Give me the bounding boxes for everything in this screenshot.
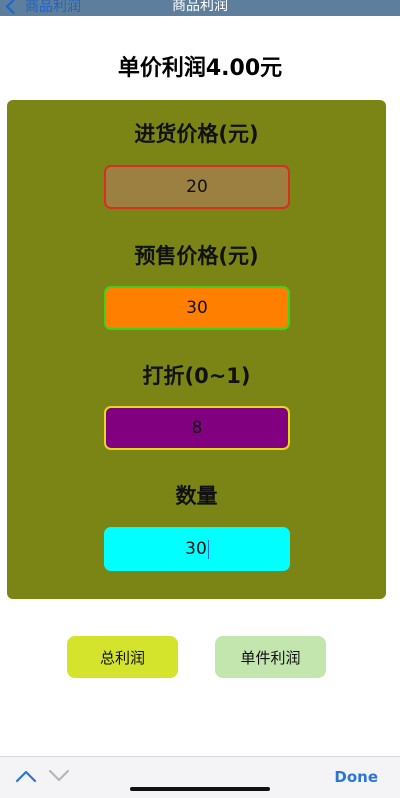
chevron-down-icon[interactable] bbox=[47, 767, 71, 785]
done-button[interactable]: Done bbox=[334, 768, 378, 786]
navigation-bar: 商品利润 商品利润 bbox=[0, 0, 400, 16]
nav-title: 商品利润 bbox=[172, 0, 228, 14]
keyboard-accessory-toolbar: Done bbox=[0, 756, 400, 798]
quantity-value: 30 bbox=[185, 539, 207, 559]
discount-label: 打折(0~1) bbox=[142, 364, 251, 388]
sale-price-input[interactable]: 30 bbox=[104, 286, 290, 330]
home-indicator bbox=[130, 787, 270, 791]
total-profit-button[interactable]: 总利润 bbox=[67, 636, 178, 678]
sale-price-label: 预售价格(元) bbox=[134, 244, 259, 268]
quantity-label: 数量 bbox=[175, 484, 218, 508]
quantity-input[interactable]: 30 bbox=[104, 527, 290, 571]
discount-value: 8 bbox=[191, 418, 203, 438]
text-cursor bbox=[207, 539, 209, 559]
unit-profit-button-label: 单件利润 bbox=[240, 648, 301, 667]
unit-profit-button[interactable]: 单件利润 bbox=[215, 636, 326, 678]
unit-profit-result: 单价利润4.00元 bbox=[117, 56, 283, 81]
chevron-up-icon[interactable] bbox=[14, 767, 38, 785]
cost-price-input[interactable]: 20 bbox=[104, 165, 290, 209]
discount-input[interactable]: 8 bbox=[104, 406, 290, 450]
screen: 商品利润 商品利润 单价利润4.00元 进货价格(元) 20 预售价格(元) 3… bbox=[0, 0, 400, 798]
cost-price-value: 20 bbox=[186, 177, 208, 197]
input-panel: 进货价格(元) 20 预售价格(元) 30 打折(0~1) 8 数量 30 bbox=[7, 100, 386, 599]
sale-price-value: 30 bbox=[186, 298, 208, 318]
cost-price-label: 进货价格(元) bbox=[134, 122, 259, 146]
total-profit-button-label: 总利润 bbox=[99, 648, 145, 667]
